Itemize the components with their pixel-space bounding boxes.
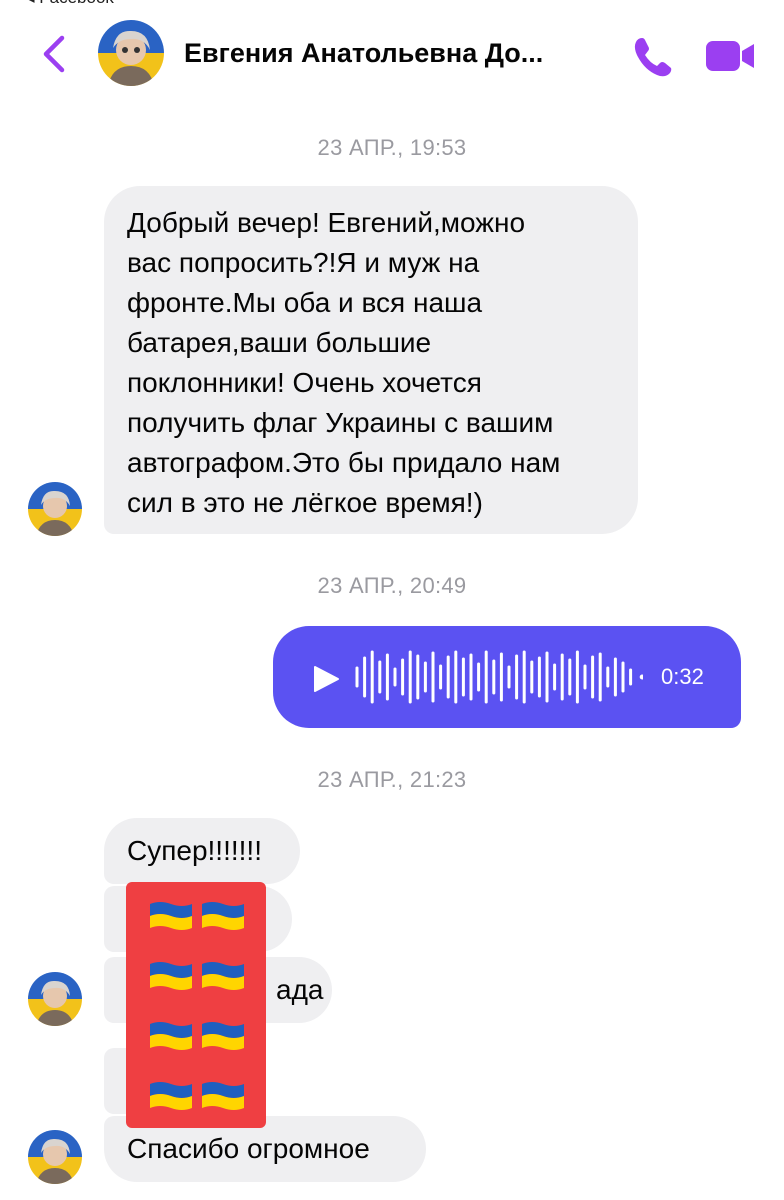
back-to-facebook-caption[interactable]: ◂ Facebook [26, 0, 114, 8]
voice-message-bubble[interactable]: 0:32 [273, 626, 741, 728]
message-line: сил в это не лёгкое время!) [127, 487, 483, 518]
ukraine-flag-emoji [150, 902, 192, 930]
message-line: фронте.Мы оба и вся наша [127, 287, 483, 318]
incoming-message-bubble[interactable]: Добрый вечер! Евгений,можно вас попросит… [104, 186, 638, 534]
message-text: Супер!!!!!!! [127, 835, 262, 866]
contact-avatar[interactable] [98, 20, 164, 86]
waveform-end-dot [639, 674, 643, 680]
ukraine-flag-emoji [202, 1022, 244, 1050]
audio-waveform [355, 650, 643, 704]
chat-header: ◂ Facebook Евгения Анатольевна До... [0, 0, 784, 96]
play-icon[interactable] [311, 664, 341, 694]
message-line: получить флаг Украины с вашим [127, 407, 554, 438]
sender-avatar[interactable] [28, 972, 82, 1026]
video-camera-icon[interactable] [704, 36, 756, 76]
message-timestamp: 23 АПР., 19:53 [317, 135, 467, 160]
ukraine-flag-emoji [202, 1082, 244, 1110]
phone-icon[interactable] [630, 34, 676, 80]
message-line: автографом.Это бы придало нам [127, 447, 561, 478]
redaction-overlay [126, 882, 266, 1128]
message-line: вас попросить?!Я и муж на [127, 247, 480, 278]
ukraine-flag-emoji [150, 1082, 192, 1110]
contact-name[interactable]: Евгения Анатольевна До... [184, 38, 604, 69]
voice-duration: 0:32 [661, 664, 704, 689]
ukraine-flag-emoji [150, 1022, 192, 1050]
chevron-left-icon[interactable] [36, 32, 72, 76]
sender-avatar[interactable] [28, 1130, 82, 1184]
ukraine-flag-emoji [202, 902, 244, 930]
message-text: Спасибо огромное [127, 1133, 370, 1164]
message-timestamp: 23 АПР., 20:49 [317, 573, 467, 598]
message-line: батарея,ваши большие [127, 327, 432, 358]
message-line: поклонники! Очень хочется [127, 367, 482, 398]
ukraine-flag-emoji [150, 962, 192, 990]
incoming-message-bubble[interactable]: Супер!!!!!!! [104, 818, 300, 884]
message-text: ада [276, 974, 324, 1005]
message-line: Добрый вечер! Евгений,можно [127, 207, 526, 238]
ukraine-flag-emoji [202, 962, 244, 990]
message-timestamp: 23 АПР., 21:23 [317, 767, 467, 792]
sender-avatar[interactable] [28, 482, 82, 536]
